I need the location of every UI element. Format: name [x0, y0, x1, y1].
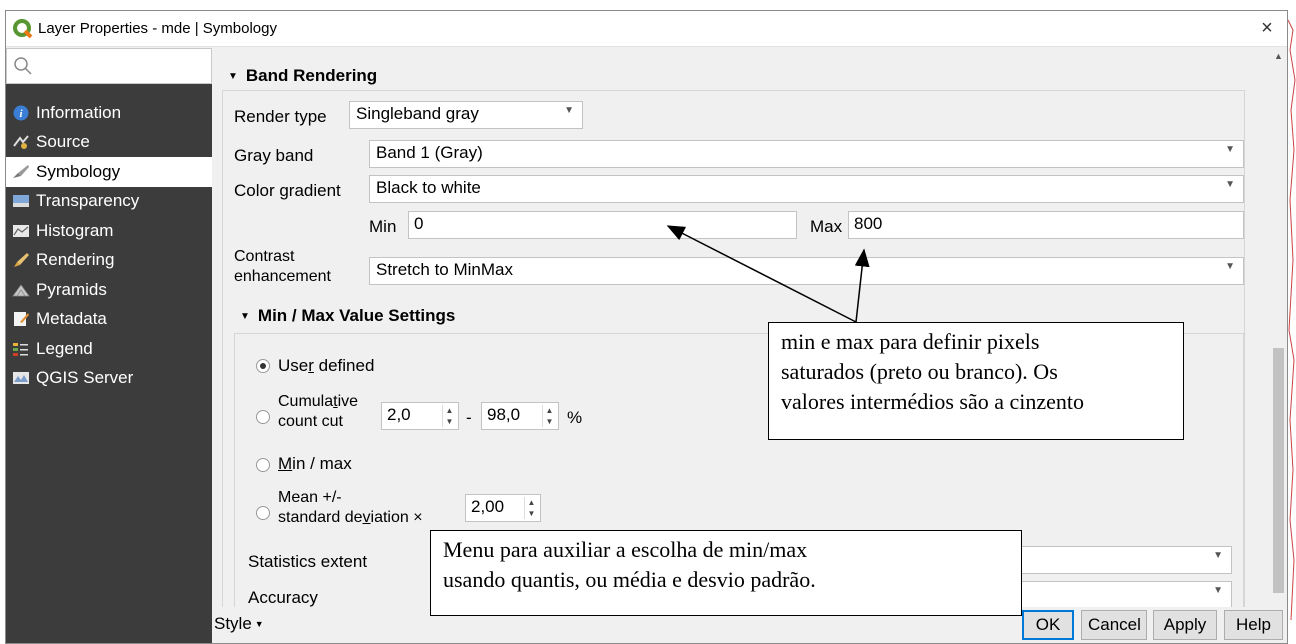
- sidebar-item-histogram[interactable]: Histogram: [6, 216, 212, 246]
- contrast-enhancement-combo[interactable]: Stretch to MinMax ▼: [369, 257, 1244, 285]
- mean-stddev-label[interactable]: Mean +/- standard deviation ×: [278, 488, 423, 528]
- background-map-fragment: [1288, 19, 1296, 621]
- metadata-icon: [14, 312, 29, 327]
- cumulative-count-cut-label[interactable]: Cumulative count cut: [278, 392, 358, 432]
- color-gradient-label: Color gradient: [234, 181, 341, 200]
- sidebar-item-label: Rendering: [36, 250, 115, 270]
- max-label: Max: [810, 217, 843, 236]
- statistics-extent-label: Statistics extent: [248, 552, 368, 571]
- sidebar-search-input[interactable]: [6, 48, 212, 84]
- scroll-thumb[interactable]: [1273, 348, 1284, 593]
- min-max-radio[interactable]: [256, 458, 270, 472]
- sidebar: i Information Source Symbology Transpare…: [6, 48, 212, 643]
- band-rendering-header[interactable]: ▼ Band Rendering: [228, 66, 377, 86]
- sidebar-item-metadata[interactable]: Metadata: [6, 305, 212, 335]
- collapse-triangle-icon: ▼: [228, 71, 238, 82]
- user-defined-label[interactable]: User defined: [278, 356, 374, 376]
- transparency-icon: [13, 195, 29, 208]
- min-label: Min: [369, 217, 397, 236]
- min-input[interactable]: 0: [408, 211, 797, 239]
- qgis-logo-icon: [13, 19, 33, 39]
- minmax-settings-header[interactable]: ▼ Min / Max Value Settings: [240, 306, 455, 326]
- render-type-label: Render type: [234, 107, 327, 126]
- chevron-down-icon: ▼: [254, 619, 264, 629]
- pyramids-icon: [12, 284, 30, 297]
- sidebar-item-source[interactable]: Source: [6, 128, 212, 158]
- info-icon: i: [13, 105, 29, 121]
- sidebar-item-label: Pyramids: [36, 279, 107, 299]
- chevron-down-icon: ▼: [564, 105, 574, 116]
- qgis-server-icon: [13, 372, 29, 385]
- rendering-icon: [14, 253, 29, 268]
- chevron-down-icon: ▼: [1225, 144, 1235, 155]
- search-icon: [14, 57, 32, 75]
- collapse-triangle-icon: ▼: [240, 311, 250, 322]
- mean-stddev-radio[interactable]: [256, 506, 270, 520]
- contrast-enhancement-label: Contrast enhancement: [234, 248, 331, 285]
- chevron-down-icon: ▼: [1225, 179, 1235, 190]
- sidebar-item-rendering[interactable]: Rendering: [6, 246, 212, 276]
- apply-button[interactable]: Apply: [1153, 610, 1217, 640]
- spin-arrows-icon[interactable]: ▲ ▼: [524, 497, 538, 519]
- spin-arrows-icon[interactable]: ▲ ▼: [542, 405, 556, 427]
- ok-button[interactable]: OK: [1022, 610, 1074, 640]
- sidebar-item-label: Symbology: [36, 161, 121, 181]
- render-type-combo[interactable]: Singleband gray ▼: [349, 101, 583, 129]
- stddev-factor-spinbox[interactable]: 2,00 ▲ ▼: [465, 494, 541, 522]
- accuracy-label: Accuracy: [248, 588, 318, 607]
- min-max-label[interactable]: Min / max: [278, 454, 352, 474]
- sidebar-item-label: Metadata: [36, 309, 107, 329]
- sidebar-item-label: QGIS Server: [36, 368, 134, 388]
- vertical-scrollbar[interactable]: ▲ ▼: [1270, 48, 1287, 607]
- sidebar-item-label: Histogram: [36, 220, 114, 240]
- sidebar-item-transparency[interactable]: Transparency: [6, 187, 212, 217]
- title-bar: Layer Properties - mde | Symbology ×: [6, 11, 1287, 47]
- histogram-icon: [13, 224, 29, 237]
- cancel-button[interactable]: Cancel: [1081, 610, 1147, 640]
- annotation-callout-minmax: min e max para definir pixels saturados …: [768, 322, 1184, 440]
- color-gradient-combo[interactable]: Black to white ▼: [369, 175, 1244, 203]
- chevron-down-icon: ▼: [1213, 585, 1223, 596]
- sidebar-item-qgis-server[interactable]: QGIS Server: [6, 364, 212, 394]
- percent-label: %: [567, 408, 583, 427]
- cumulative-high-spinbox[interactable]: 98,0 ▲ ▼: [481, 402, 559, 430]
- source-icon: [13, 135, 29, 150]
- window-title: Layer Properties - mde | Symbology: [38, 20, 277, 37]
- legend-icon: [13, 342, 28, 356]
- user-defined-radio[interactable]: [256, 359, 270, 373]
- sidebar-nav: i Information Source Symbology Transpare…: [6, 98, 212, 393]
- sidebar-item-pyramids[interactable]: Pyramids: [6, 275, 212, 305]
- max-input[interactable]: 800: [848, 211, 1244, 239]
- sidebar-item-legend[interactable]: Legend: [6, 334, 212, 364]
- gray-band-combo[interactable]: Band 1 (Gray) ▼: [369, 140, 1244, 168]
- chevron-down-icon: ▼: [1225, 261, 1235, 272]
- sidebar-item-label: Information: [36, 102, 122, 122]
- sidebar-item-label: Legend: [36, 338, 93, 358]
- symbology-icon: [13, 164, 29, 178]
- annotation-callout-menu: Menu para auxiliar a escolha de min/max …: [430, 530, 1022, 616]
- cumulative-count-cut-radio[interactable]: [256, 410, 270, 424]
- style-menu-button[interactable]: Style ▼: [212, 610, 264, 640]
- help-button[interactable]: Help: [1224, 610, 1283, 640]
- gray-band-label: Gray band: [234, 146, 314, 165]
- sidebar-item-label: Source: [36, 132, 90, 152]
- range-dash: -: [466, 408, 472, 427]
- spin-arrows-icon[interactable]: ▲ ▼: [442, 405, 456, 427]
- sidebar-item-label: Transparency: [36, 191, 140, 211]
- close-button[interactable]: ×: [1255, 15, 1279, 41]
- scroll-up-icon[interactable]: ▲: [1270, 48, 1287, 65]
- sidebar-item-symbology[interactable]: Symbology: [6, 157, 212, 187]
- cumulative-low-spinbox[interactable]: 2,0 ▲ ▼: [381, 402, 459, 430]
- chevron-down-icon: ▼: [1213, 550, 1223, 561]
- sidebar-item-information[interactable]: i Information: [6, 98, 212, 128]
